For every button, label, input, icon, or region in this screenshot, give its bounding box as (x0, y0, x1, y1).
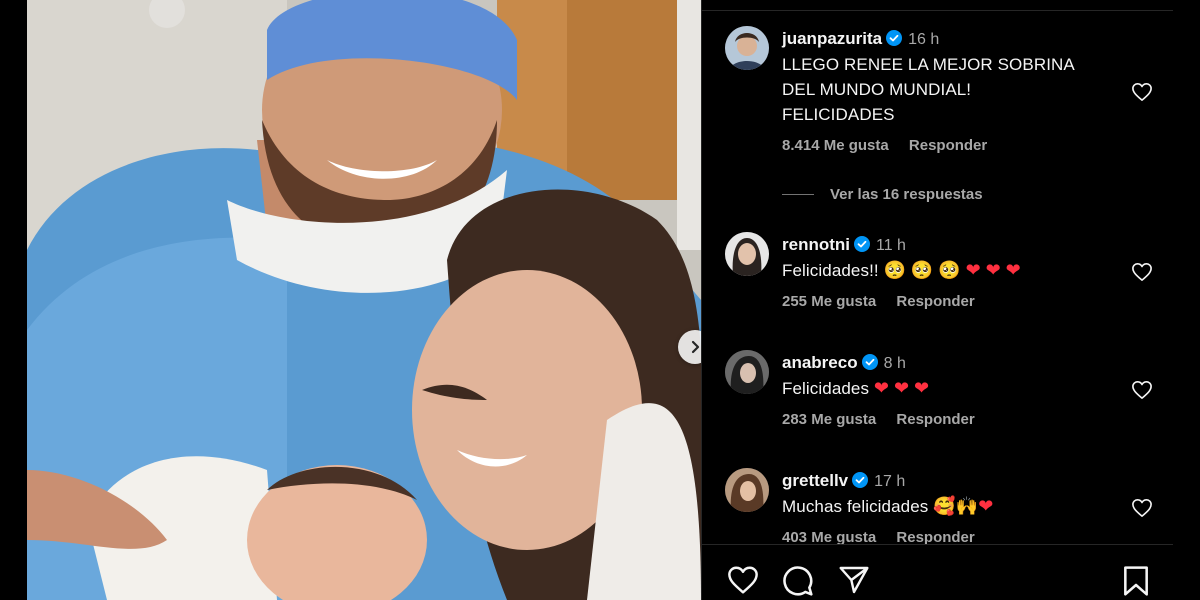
post-image (27, 0, 701, 600)
reply-button[interactable]: Responder (909, 137, 987, 154)
red-heart-emoji: ❤ (978, 496, 994, 517)
share-icon[interactable] (838, 565, 870, 595)
verified-badge-icon (854, 236, 870, 252)
comment-time[interactable]: 16 h (908, 31, 939, 48)
verified-badge-icon (852, 472, 869, 488)
comment-icon[interactable] (782, 565, 814, 597)
verified-badge-icon (886, 30, 903, 46)
comment-time[interactable]: 17 h (874, 473, 905, 490)
view-replies-button[interactable]: Ver las 16 respuestas (782, 186, 983, 203)
view-replies-label: Ver las 16 respuestas (830, 186, 983, 203)
comment-text: Muchas felicidades 🥰🙌❤ (782, 496, 994, 517)
red-heart-emoji: ❤ (913, 378, 930, 399)
pleading-face-emoji: 🥺 (910, 260, 934, 281)
comment-like-icon[interactable] (1131, 262, 1153, 282)
red-heart-emoji: ❤ (985, 260, 1001, 281)
verified-badge-icon (861, 354, 878, 370)
window-edge (1173, 0, 1200, 600)
raised-hands-emoji: 🙌 (955, 496, 979, 517)
comments-panel: juanpazurita 16 h LLEGO RENEE LA MEJOR SO… (701, 0, 1173, 600)
red-heart-emoji: ❤ (1005, 260, 1021, 281)
comment-username[interactable]: rennotni (782, 235, 850, 254)
comment-username[interactable]: grettellv (782, 471, 848, 490)
comment-time[interactable]: 11 h (876, 237, 906, 254)
avatar[interactable] (725, 232, 769, 276)
comment-username[interactable]: juanpazurita (782, 29, 882, 48)
comment-time[interactable]: 8 h (884, 355, 906, 372)
post-photo[interactable] (27, 0, 701, 600)
comment-likes[interactable]: 8.414 Me gusta (782, 137, 889, 154)
comment-text: Felicidades!! 🥺 🥺 🥺 ❤ ❤ ❤ (782, 260, 1021, 281)
comment-text: LLEGO RENEE LA MEJOR SOBRINA DEL MUNDO M… (782, 55, 1075, 124)
comment-like-icon[interactable] (1131, 82, 1153, 102)
comment-likes[interactable]: 283 Me gusta (782, 411, 876, 428)
comment-username[interactable]: anabreco (782, 353, 858, 372)
pleading-face-emoji: 🥺 (883, 260, 907, 281)
pleading-face-emoji: 🥺 (938, 260, 961, 281)
divider (702, 10, 1173, 11)
action-bar (702, 544, 1173, 600)
avatar[interactable] (725, 350, 769, 394)
reply-button[interactable]: Responder (896, 293, 974, 310)
comment-likes[interactable]: 255 Me gusta (782, 293, 876, 310)
comment-text: Felicidades ❤ ❤ ❤ (782, 378, 930, 399)
like-icon[interactable] (726, 565, 760, 595)
save-icon[interactable] (1122, 565, 1150, 597)
comment-like-icon[interactable] (1131, 498, 1153, 518)
divider (782, 194, 814, 195)
smiling-face-with-hearts-emoji: 🥰 (933, 496, 956, 517)
avatar[interactable] (725, 26, 769, 70)
avatar[interactable] (725, 468, 769, 512)
red-heart-emoji: ❤ (873, 378, 890, 399)
comment-like-icon[interactable] (1131, 380, 1153, 400)
reply-button[interactable]: Responder (896, 411, 974, 428)
red-heart-emoji: ❤ (965, 260, 981, 281)
chevron-right-icon (691, 340, 700, 354)
red-heart-emoji: ❤ (893, 378, 910, 399)
